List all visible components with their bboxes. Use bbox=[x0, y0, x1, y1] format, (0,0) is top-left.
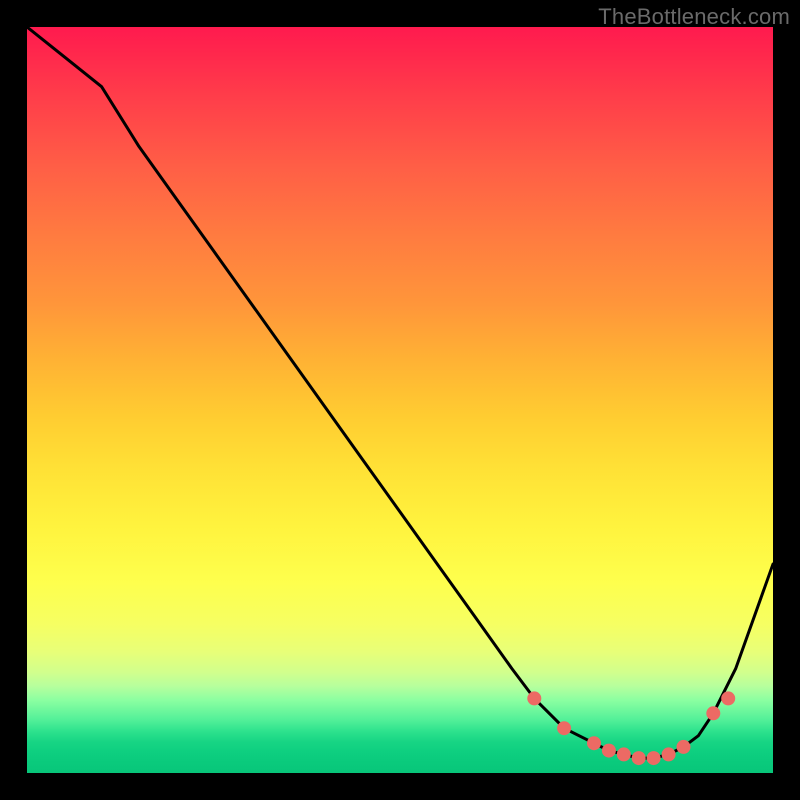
highlight-dot bbox=[706, 706, 720, 720]
highlight-dot bbox=[677, 740, 691, 754]
highlight-dot bbox=[587, 736, 601, 750]
highlight-dot bbox=[617, 747, 631, 761]
watermark-text: TheBottleneck.com bbox=[598, 4, 790, 30]
bottleneck-curve bbox=[27, 27, 773, 758]
plot-area bbox=[27, 27, 773, 773]
highlight-dot bbox=[647, 751, 661, 765]
highlight-dot bbox=[632, 751, 646, 765]
curve-layer bbox=[27, 27, 773, 773]
highlight-dot bbox=[662, 747, 676, 761]
highlight-dot bbox=[527, 691, 541, 705]
highlight-dot bbox=[557, 721, 571, 735]
highlight-dot bbox=[602, 744, 616, 758]
chart-frame: TheBottleneck.com bbox=[0, 0, 800, 800]
highlight-dot bbox=[721, 691, 735, 705]
